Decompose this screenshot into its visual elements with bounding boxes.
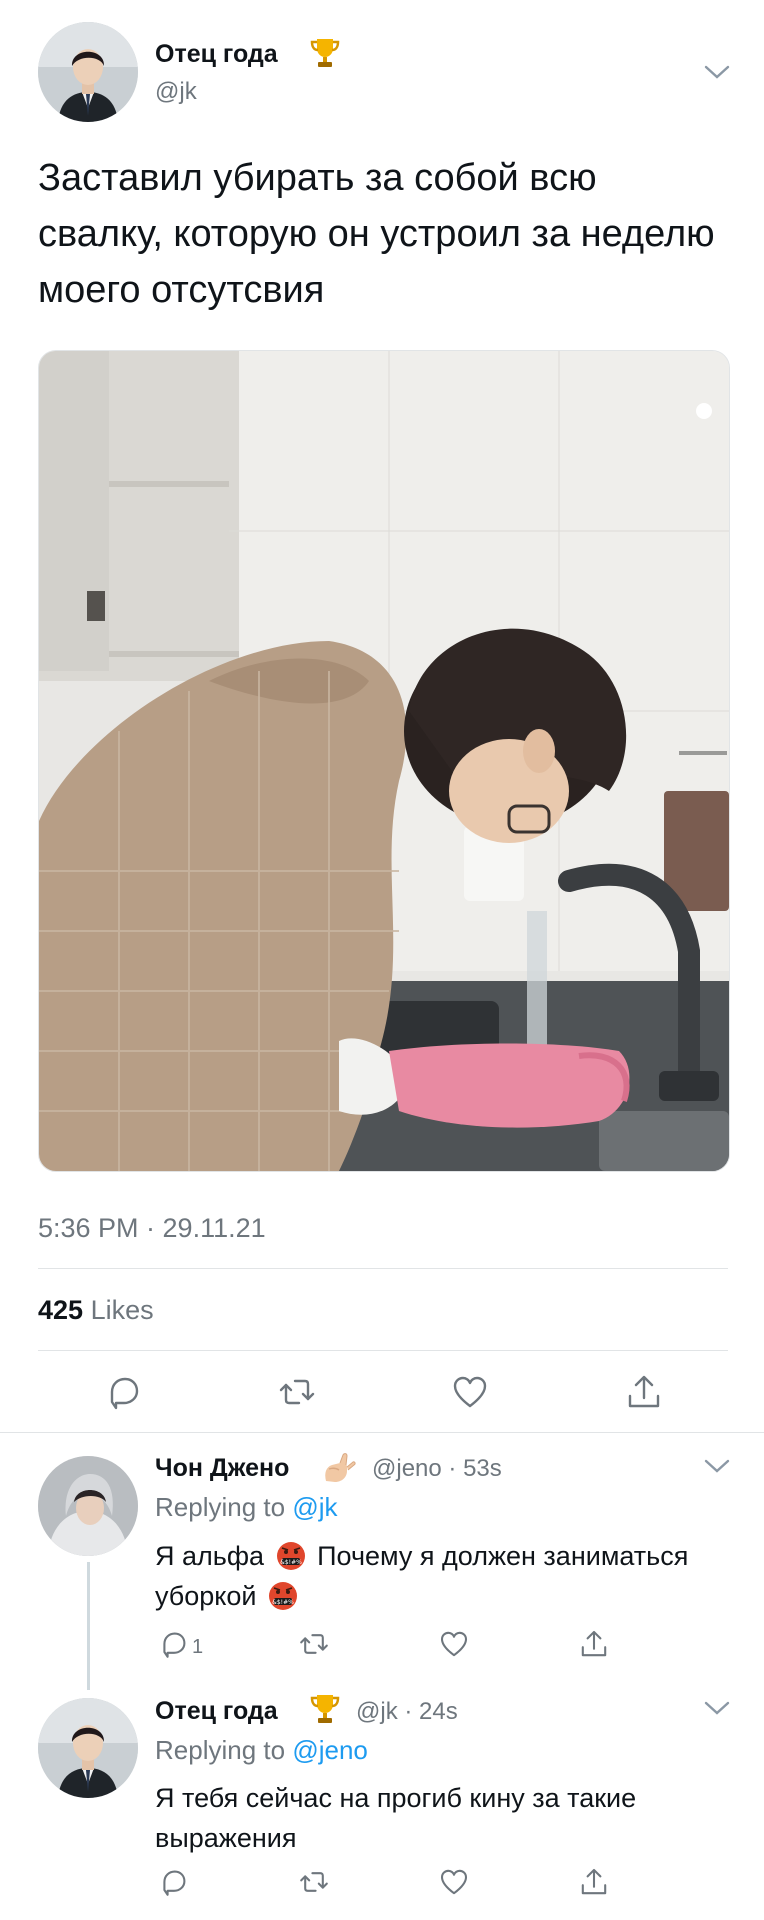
avatar[interactable] xyxy=(38,1456,138,1556)
svg-text:&$!#%: &$!#% xyxy=(272,1599,294,1606)
reply-icon[interactable] xyxy=(158,1866,190,1898)
chevron-down-icon[interactable] xyxy=(704,1700,730,1716)
retweet-icon[interactable] xyxy=(298,1866,330,1898)
avatar[interactable] xyxy=(38,22,138,122)
replying-to-label: Replying to xyxy=(155,1735,286,1765)
pinching-hand-emoji xyxy=(320,1451,356,1485)
cursing-face-emoji: &$!#% xyxy=(268,1581,298,1611)
replying-to-link[interactable]: @jeno xyxy=(292,1735,368,1765)
heart-icon[interactable] xyxy=(438,1628,470,1660)
retweet-icon[interactable] xyxy=(277,1372,317,1412)
divider xyxy=(0,1432,764,1433)
avatar[interactable] xyxy=(38,1698,138,1798)
divider xyxy=(38,1268,728,1269)
author-name[interactable]: Отец года xyxy=(155,40,278,69)
tweet-photo[interactable] xyxy=(38,350,730,1172)
reply-text: Я тебя сейчас на прогиб кину за такие вы… xyxy=(155,1783,637,1853)
likes-count: 425 xyxy=(38,1295,84,1325)
trophy-icon xyxy=(308,36,342,70)
cursing-face-emoji: &$!#% xyxy=(276,1541,306,1571)
chevron-down-icon[interactable] xyxy=(704,64,730,80)
likes-stat[interactable]: 425 Likes xyxy=(38,1295,154,1326)
svg-text:&$!#%: &$!#% xyxy=(280,1559,302,1566)
heart-icon[interactable] xyxy=(450,1372,490,1412)
reply-author-name[interactable]: Чон Джено xyxy=(155,1454,289,1483)
divider xyxy=(38,1350,728,1351)
reply-handle-time[interactable]: @jeno · 53s xyxy=(372,1455,502,1483)
reply-text-part: Я альфа xyxy=(155,1541,265,1571)
share-icon[interactable] xyxy=(578,1628,610,1660)
reply-count: 1 xyxy=(192,1636,204,1658)
replying-to: Replying to @jeno xyxy=(155,1735,368,1766)
retweet-icon[interactable] xyxy=(298,1628,330,1660)
reply-text: Я альфа &$!#% Почему я должен заниматься… xyxy=(155,1536,735,1616)
replying-to-label: Replying to xyxy=(155,1492,286,1522)
replying-to-link[interactable]: @jk xyxy=(292,1492,337,1522)
thread-line xyxy=(87,1562,90,1690)
reply-handle-time[interactable]: @jk · 24s xyxy=(356,1698,458,1726)
author-handle[interactable]: @jk xyxy=(155,78,197,106)
replying-to: Replying to @jk xyxy=(155,1492,337,1523)
tweet-text: Заставил убирать за собой всю свалку, ко… xyxy=(38,157,715,311)
share-icon[interactable] xyxy=(624,1372,664,1412)
chevron-down-icon[interactable] xyxy=(704,1458,730,1474)
heart-icon[interactable] xyxy=(438,1866,470,1898)
trophy-icon xyxy=(308,1692,342,1726)
likes-label: Likes xyxy=(90,1295,154,1325)
reply-icon[interactable] xyxy=(158,1628,190,1660)
share-icon[interactable] xyxy=(578,1866,610,1898)
reply-author-name[interactable]: Отец года xyxy=(155,1697,278,1726)
reply-icon[interactable] xyxy=(104,1372,144,1412)
tweet-timestamp[interactable]: 5:36 PM · 29.11.21 xyxy=(38,1213,266,1244)
